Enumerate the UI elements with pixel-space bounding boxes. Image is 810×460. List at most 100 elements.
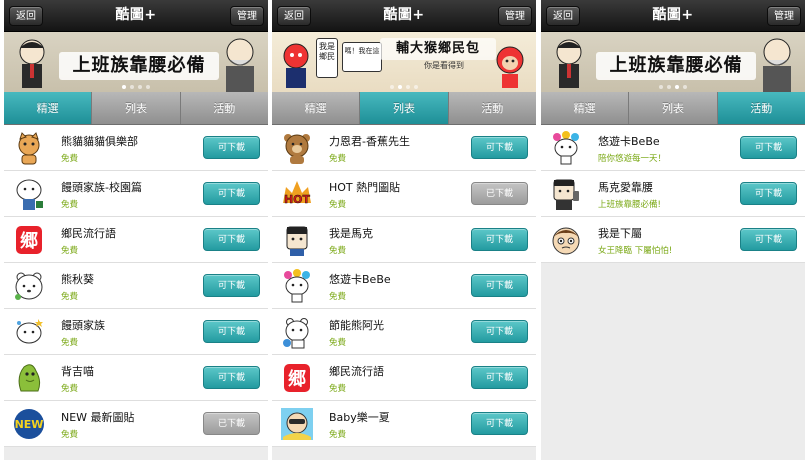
banner-pager [272, 85, 536, 89]
monkey-character-icon [496, 46, 524, 88]
item-title: HOT 熱門圖貼 [329, 181, 401, 194]
item-subtitle: 免費 [329, 200, 347, 210]
download-button[interactable]: 可下載 [740, 228, 797, 251]
item-title: 鄉民流行語 [329, 365, 384, 378]
polar-bear-sticker-icon [283, 318, 309, 349]
manage-button[interactable]: 管理 [767, 6, 801, 26]
list-item[interactable]: 饅頭家族 免費 可下載 [4, 309, 268, 355]
mark-phone-sticker-icon [553, 179, 579, 210]
event-list: 悠遊卡BeBe 陪你悠遊每一天！ 可下載 馬克愛靠腰 上班族靠腰必備! 可下載 [541, 125, 805, 263]
banner-pager [4, 85, 268, 89]
download-button[interactable]: 可下載 [471, 320, 528, 343]
download-button[interactable]: 可下載 [203, 320, 260, 343]
top-bar: 返回 酷圖+ 管理 [4, 0, 268, 32]
baby-summer-sticker-icon [281, 408, 313, 440]
promo-banner[interactable]: 上班族靠腰必備 [4, 32, 268, 92]
item-subtitle: 陪你悠遊每一天！ [598, 154, 667, 164]
item-subtitle: 免費 [61, 154, 79, 164]
item-subtitle: 女王降臨 下屬怕怕! [598, 246, 673, 256]
app-screen-featured: 返回 酷圖+ 管理 上班族靠腰必備 精選 列表 活動 熊貓貓貓俱樂部 免費 可下… [4, 0, 268, 460]
banner-slogan: 上班族靠腰必備 [59, 52, 219, 80]
list-item[interactable]: 熊貓貓貓俱樂部 免費 可下載 [4, 125, 268, 171]
tab-events[interactable]: 活動 [449, 92, 536, 124]
list-item[interactable]: 我是下屬 女王降臨 下屬怕怕! 可下載 [541, 217, 805, 263]
list-item[interactable]: 郷 鄉民流行語 免費 可下載 [272, 355, 536, 401]
download-button[interactable]: 可下載 [203, 366, 260, 389]
item-subtitle: 免費 [329, 154, 347, 164]
promo-banner[interactable]: 我是鄉民 嗎！我在這 輔大猴鄉民包 你是看得到 [272, 32, 536, 92]
sticker-list: 熊貓貓貓俱樂部 免費 可下載 饅頭家族-校園篇 免費 可下載 郷 鄉民流行語 免… [4, 125, 268, 447]
app-title: 酷圖+ [652, 7, 694, 23]
boss-figure-icon [226, 38, 254, 92]
tab-events[interactable]: 活動 [181, 92, 268, 124]
item-subtitle: 免費 [329, 338, 347, 348]
item-subtitle: 免費 [61, 384, 79, 394]
tab-featured[interactable]: 精選 [541, 92, 630, 124]
promo-banner[interactable]: 上班族靠腰必備 [541, 32, 805, 92]
list-item[interactable]: 悠遊卡BeBe 陪你悠遊每一天！ 可下載 [541, 125, 805, 171]
tab-featured[interactable]: 精選 [4, 92, 93, 124]
download-button[interactable]: 可下載 [471, 136, 528, 159]
list-item[interactable]: 悠遊卡BeBe 免費 可下載 [272, 263, 536, 309]
download-button[interactable]: 可下載 [203, 274, 260, 297]
download-button[interactable]: 可下載 [471, 274, 528, 297]
download-button[interactable]: 可下載 [471, 366, 528, 389]
svg-text:HOT: HOT [284, 193, 311, 206]
item-title: 節能熊阿光 [329, 319, 384, 332]
item-subtitle: 免費 [61, 200, 79, 210]
subordinate-face-icon [552, 227, 580, 255]
list-item[interactable]: 饅頭家族-校園篇 免費 可下載 [4, 171, 268, 217]
list-item[interactable]: 熊秋葵 免費 可下載 [4, 263, 268, 309]
brown-bear-sticker-icon [284, 134, 310, 164]
item-subtitle: 免費 [329, 246, 347, 256]
svg-text:郷: 郷 [20, 230, 38, 252]
item-subtitle: 上班族靠腰必備! [598, 200, 661, 210]
item-title: 悠遊卡BeBe [598, 135, 660, 148]
download-button[interactable]: 可下載 [471, 412, 528, 435]
list-item[interactable]: NEW NEW 最新圖貼 免費 已下載 [4, 401, 268, 447]
item-title: NEW 最新圖貼 [61, 411, 135, 424]
manage-button[interactable]: 管理 [230, 6, 264, 26]
item-title: Baby樂一夏 [329, 411, 390, 424]
list-item[interactable]: HOT HOT 熱門圖貼 免費 已下載 [272, 171, 536, 217]
tab-events[interactable]: 活動 [717, 92, 805, 124]
tab-list[interactable]: 列表 [92, 92, 181, 124]
list-item[interactable]: 力恩君-香蕉先生 免費 可下載 [272, 125, 536, 171]
downloaded-button[interactable]: 已下載 [471, 182, 528, 205]
list-item[interactable]: 背吉喵 免費 可下載 [4, 355, 268, 401]
list-item[interactable]: 我是馬克 免費 可下載 [272, 217, 536, 263]
download-button[interactable]: 可下載 [740, 182, 797, 205]
tab-list[interactable]: 列表 [360, 92, 449, 124]
item-title: 熊貓貓貓俱樂部 [61, 135, 138, 148]
tab-bar: 精選 列表 活動 [4, 92, 268, 125]
item-title: 饅頭家族 [61, 319, 105, 332]
list-item[interactable]: 節能熊阿光 免費 可下載 [272, 309, 536, 355]
download-button[interactable]: 可下載 [203, 136, 260, 159]
list-item[interactable]: 郷 鄉民流行語 免費 可下載 [4, 217, 268, 263]
download-button[interactable]: 可下載 [203, 228, 260, 251]
banner-slogan: 輔大猴鄉民包 [380, 38, 496, 60]
tab-featured[interactable]: 精選 [272, 92, 361, 124]
item-title: 力恩君-香蕉先生 [329, 135, 410, 148]
bebe-sticker-icon [553, 131, 579, 165]
item-title: 背吉喵 [61, 365, 94, 378]
download-button[interactable]: 可下載 [471, 228, 528, 251]
download-button[interactable]: 可下載 [740, 136, 797, 159]
download-button[interactable]: 可下載 [203, 182, 260, 205]
item-subtitle: 免費 [61, 338, 79, 348]
bun-student-sticker-icon [16, 179, 43, 210]
item-title: 馬克愛靠腰 [598, 181, 653, 194]
item-subtitle: 免費 [329, 292, 347, 302]
office-worker-figure-icon [19, 39, 45, 88]
list-item[interactable]: 馬克愛靠腰 上班族靠腰必備! 可下載 [541, 171, 805, 217]
manage-button[interactable]: 管理 [498, 6, 532, 26]
downloaded-button[interactable]: 已下載 [203, 412, 260, 435]
mark-face-icon [286, 226, 308, 256]
list-item[interactable]: Baby樂一夏 免費 可下載 [272, 401, 536, 447]
item-subtitle: 免費 [61, 430, 79, 440]
tab-bar: 精選 列表 活動 [272, 92, 536, 125]
app-title: 酷圖+ [115, 7, 157, 23]
bun-sticker-icon [16, 319, 43, 344]
office-worker-figure-icon [556, 39, 582, 88]
tab-list[interactable]: 列表 [629, 92, 718, 124]
